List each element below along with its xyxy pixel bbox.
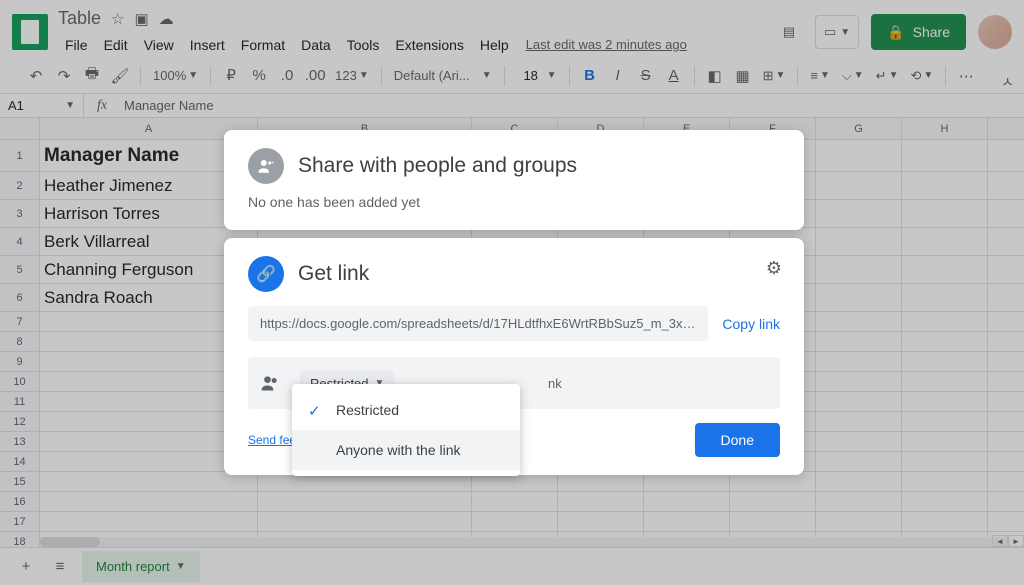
people-icon: + bbox=[248, 148, 284, 184]
link-url[interactable]: https://docs.google.com/spreadsheets/d/1… bbox=[248, 306, 708, 341]
copy-link-button[interactable]: Copy link bbox=[722, 316, 780, 332]
share-subtitle: No one has been added yet bbox=[248, 194, 780, 210]
access-desc-tail: nk bbox=[548, 376, 562, 391]
dropdown-option-anyone[interactable]: Anyone with the link bbox=[292, 430, 520, 470]
getlink-title: Get link bbox=[298, 262, 369, 286]
share-title: Share with people and groups bbox=[298, 154, 577, 178]
dropdown-option-restricted[interactable]: Restricted bbox=[292, 390, 520, 430]
send-feedback-link[interactable]: Send fee bbox=[248, 433, 296, 447]
svg-text:+: + bbox=[271, 161, 274, 167]
access-dropdown-menu: Restricted Anyone with the link bbox=[292, 384, 520, 476]
group-icon bbox=[254, 367, 286, 399]
link-icon: 🔗 bbox=[248, 256, 284, 292]
done-button[interactable]: Done bbox=[695, 423, 780, 457]
gear-icon[interactable]: ⚙ bbox=[766, 258, 782, 279]
share-dialog: + Share with people and groups No one has… bbox=[224, 130, 804, 230]
